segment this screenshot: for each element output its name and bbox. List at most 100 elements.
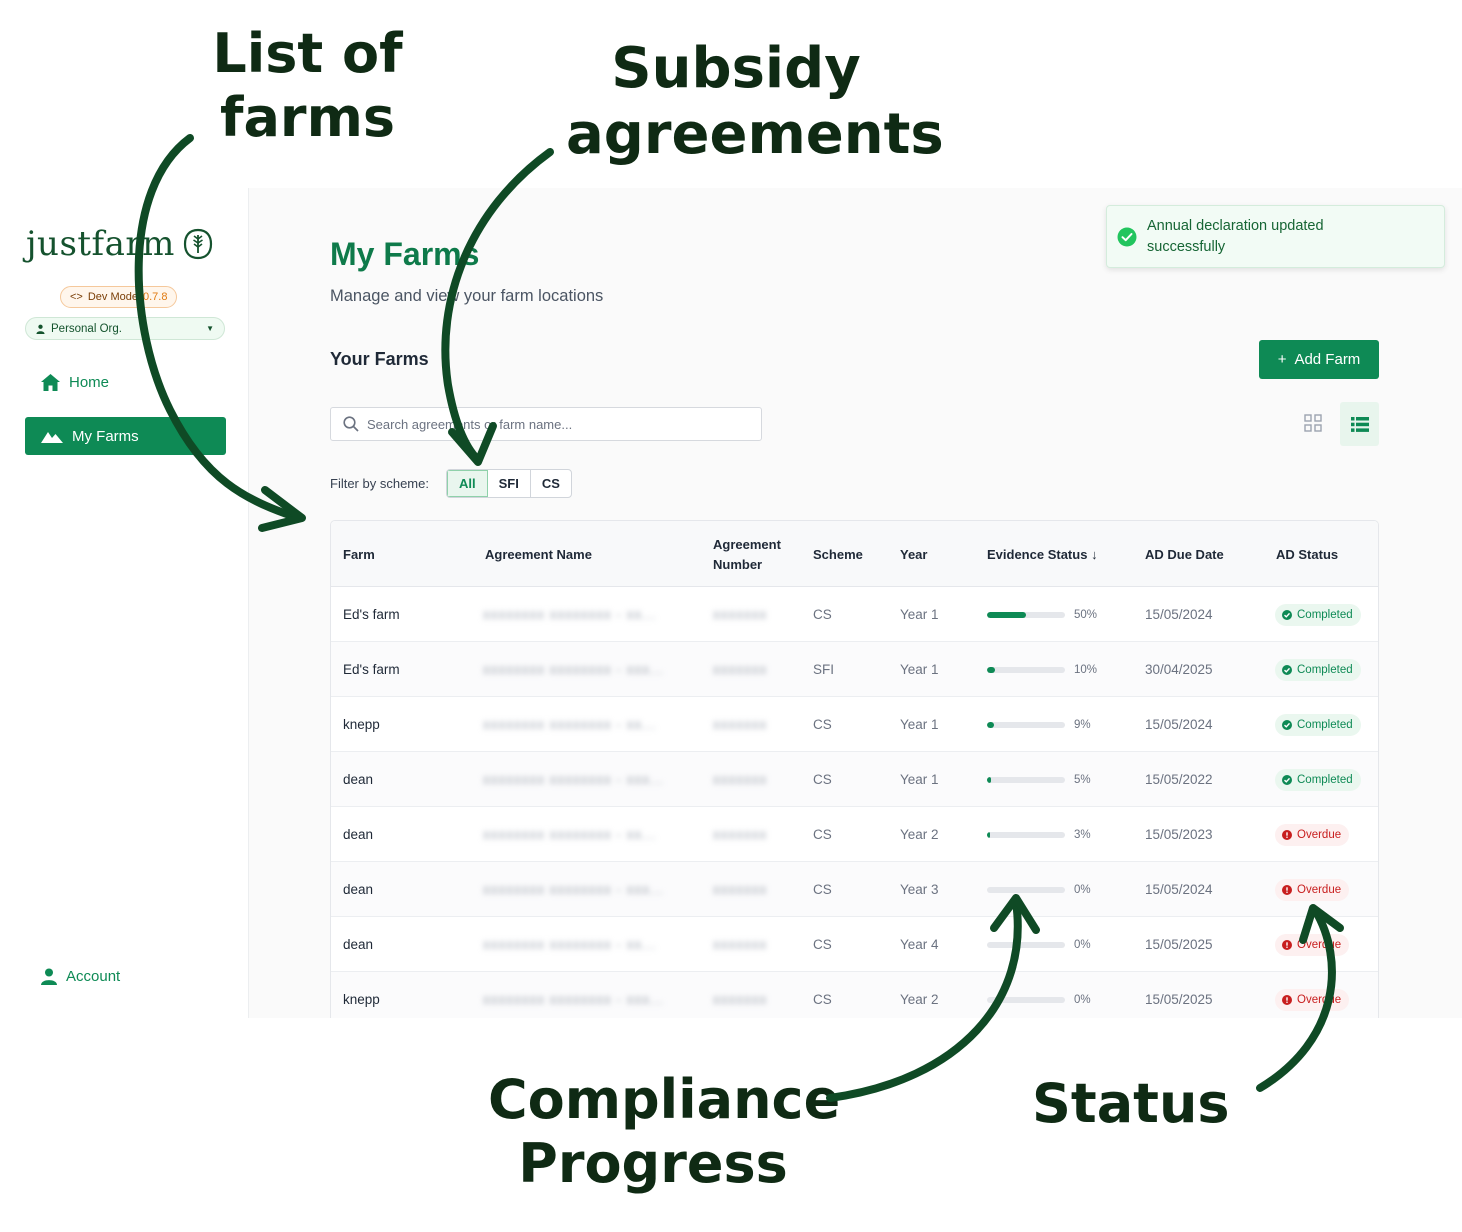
alert-circle-icon <box>1282 884 1292 895</box>
annotation-subsidy-agreements: Subsidy agreements <box>566 36 944 168</box>
cell-ad-due-date: 15/05/2024 <box>1145 882 1213 897</box>
cell-ad-due-date: 15/05/2023 <box>1145 827 1213 842</box>
cell-evidence-status: 50% <box>987 587 1097 642</box>
chevron-down-icon: ▼ <box>206 324 214 333</box>
org-select[interactable]: Personal Org. ▼ <box>25 317 225 340</box>
cell-scheme: CS <box>813 937 832 952</box>
header-agreement-name[interactable]: Agreement Name <box>485 545 592 565</box>
dev-mode-badge: <> Dev Mode 0.7.8 <box>60 286 178 308</box>
cell-evidence-status: 0% <box>987 972 1091 1018</box>
alert-circle-icon <box>1282 994 1292 1005</box>
cell-ad-status: Completed <box>1275 587 1361 642</box>
header-year[interactable]: Year <box>900 545 927 565</box>
cell-agreement-name: xxxxxxxx xxxxxxxx - xx... <box>483 717 657 732</box>
org-name: Personal Org. <box>51 322 122 335</box>
status-badge: Completed <box>1275 603 1361 626</box>
cell-scheme: CS <box>813 882 832 897</box>
search-box[interactable] <box>330 407 762 441</box>
cell-year: Year 2 <box>900 827 939 842</box>
status-label: Overdue <box>1297 993 1342 1006</box>
farms-table: Farm Agreement Name Agreement Number Sch… <box>330 520 1379 1018</box>
filter-label: Filter by scheme: <box>330 476 429 491</box>
filter-all-button[interactable]: All <box>447 470 488 497</box>
cell-year: Year 1 <box>900 772 939 787</box>
cell-agreement-number: xxxxxxx <box>713 882 768 897</box>
search-icon <box>343 416 359 432</box>
nav-item-my-farms[interactable]: My Farms <box>25 417 226 455</box>
check-circle-icon <box>1282 609 1292 620</box>
evidence-progress-bar <box>987 831 1065 838</box>
header-scheme[interactable]: Scheme <box>813 545 863 565</box>
header-ad-status[interactable]: AD Status <box>1276 545 1338 565</box>
filter-sfi-button[interactable]: SFI <box>488 470 531 497</box>
nav-item-account[interactable]: Account <box>25 957 226 995</box>
cell-year: Year 1 <box>900 717 939 732</box>
logo-text: justfarm <box>26 224 175 264</box>
evidence-percent: 9% <box>1074 718 1091 731</box>
cell-agreement-name: xxxxxxxx xxxxxxxx - xxx... <box>483 882 665 897</box>
cell-scheme: CS <box>813 772 832 787</box>
evidence-progress-bar <box>987 941 1065 948</box>
cell-ad-due-date: 15/05/2025 <box>1145 992 1213 1007</box>
cell-ad-status: Completed <box>1275 642 1361 697</box>
cell-scheme: CS <box>813 607 832 622</box>
logo[interactable]: justfarm <box>26 224 213 264</box>
list-view-button[interactable] <box>1340 402 1379 446</box>
table-row[interactable]: dean xxxxxxxx xxxxxxxx - xx... xxxxxxx CS Ye… <box>331 917 1378 972</box>
evidence-progress-bar <box>987 666 1065 673</box>
header-evidence-status[interactable]: Evidence Status ↓ <box>987 545 1098 565</box>
check-circle-icon <box>1282 719 1292 730</box>
cell-agreement-name: xxxxxxxx xxxxxxxx - xxx... <box>483 992 665 1007</box>
version-label: 0.7.8 <box>143 291 168 303</box>
cell-farm: dean <box>343 827 374 842</box>
evidence-progress-bar <box>987 776 1065 783</box>
cell-ad-due-date: 15/05/2022 <box>1145 772 1213 787</box>
annotation-status: Status <box>1032 1072 1230 1135</box>
sidebar: justfarm <> Dev Mode 0.7.8 Personal Org.… <box>0 188 249 1018</box>
grid-view-icon <box>1304 414 1322 432</box>
filter-cs-button[interactable]: CS <box>531 470 571 497</box>
cell-agreement-name: xxxxxxxx xxxxxxxx - xx... <box>483 607 657 622</box>
nav-item-home[interactable]: Home <box>25 363 226 401</box>
header-farm[interactable]: Farm <box>343 545 375 565</box>
cell-ad-due-date: 15/05/2024 <box>1145 717 1213 732</box>
cell-farm: dean <box>343 937 374 952</box>
success-toast[interactable]: Annual declaration updated successfully <box>1106 205 1445 268</box>
cell-scheme: SFI <box>813 662 835 677</box>
header-agreement-number[interactable]: Agreement Number <box>713 535 793 574</box>
evidence-progress-bar <box>987 996 1065 1003</box>
search-input[interactable] <box>367 416 747 432</box>
evidence-progress-bar <box>987 721 1065 728</box>
table-row[interactable]: knepp xxxxxxxx xxxxxxxx - xxx... xxxxxxx CS… <box>331 972 1378 1018</box>
annotation-list-of-farms: List of farms <box>212 22 403 149</box>
cell-farm: dean <box>343 882 374 897</box>
evidence-percent: 0% <box>1074 993 1091 1006</box>
cell-ad-due-date: 30/04/2025 <box>1145 662 1213 677</box>
header-ad-due-date[interactable]: AD Due Date <box>1145 545 1224 565</box>
add-farm-button[interactable]: + Add Farm <box>1259 340 1379 379</box>
status-label: Completed <box>1297 663 1353 676</box>
table-row[interactable]: Ed's farm xxxxxxxx xxxxxxxx - xx... xxxxxx… <box>331 587 1378 642</box>
table-row[interactable]: knepp xxxxxxxx xxxxxxxx - xx... xxxxxxx CS Y… <box>331 697 1378 752</box>
table-row[interactable]: dean xxxxxxxx xxxxxxxx - xxx... xxxxxxx CS Y… <box>331 752 1378 807</box>
cell-agreement-name: xxxxxxxx xxxxxxxx - xxx... <box>483 662 665 677</box>
cell-year: Year 2 <box>900 992 939 1007</box>
table-row[interactable]: Ed's farm xxxxxxxx xxxxxxxx - xxx... xxxxx… <box>331 642 1378 697</box>
table-row[interactable]: dean xxxxxxxx xxxxxxxx - xx... xxxxxxx CS Ye… <box>331 807 1378 862</box>
grid-view-button[interactable] <box>1298 408 1328 438</box>
user-icon <box>36 324 45 334</box>
evidence-progress-bar <box>987 886 1065 893</box>
app-window: justfarm <> Dev Mode 0.7.8 Personal Org.… <box>0 188 1462 1018</box>
evidence-progress-fill <box>987 776 991 783</box>
cell-ad-status: Completed <box>1275 752 1361 807</box>
cell-scheme: CS <box>813 717 832 732</box>
cell-agreement-number: xxxxxxx <box>713 717 768 732</box>
nav-account-label: Account <box>66 967 121 985</box>
evidence-percent: 3% <box>1074 828 1091 841</box>
table-row[interactable]: dean xxxxxxxx xxxxxxxx - xxx... xxxxxxx CS Y… <box>331 862 1378 917</box>
status-badge: Overdue <box>1275 988 1350 1011</box>
page-title: My Farms <box>330 236 480 272</box>
cell-agreement-number: xxxxxxx <box>713 992 768 1007</box>
cell-evidence-status: 3% <box>987 807 1091 862</box>
evidence-progress-fill <box>987 721 995 728</box>
